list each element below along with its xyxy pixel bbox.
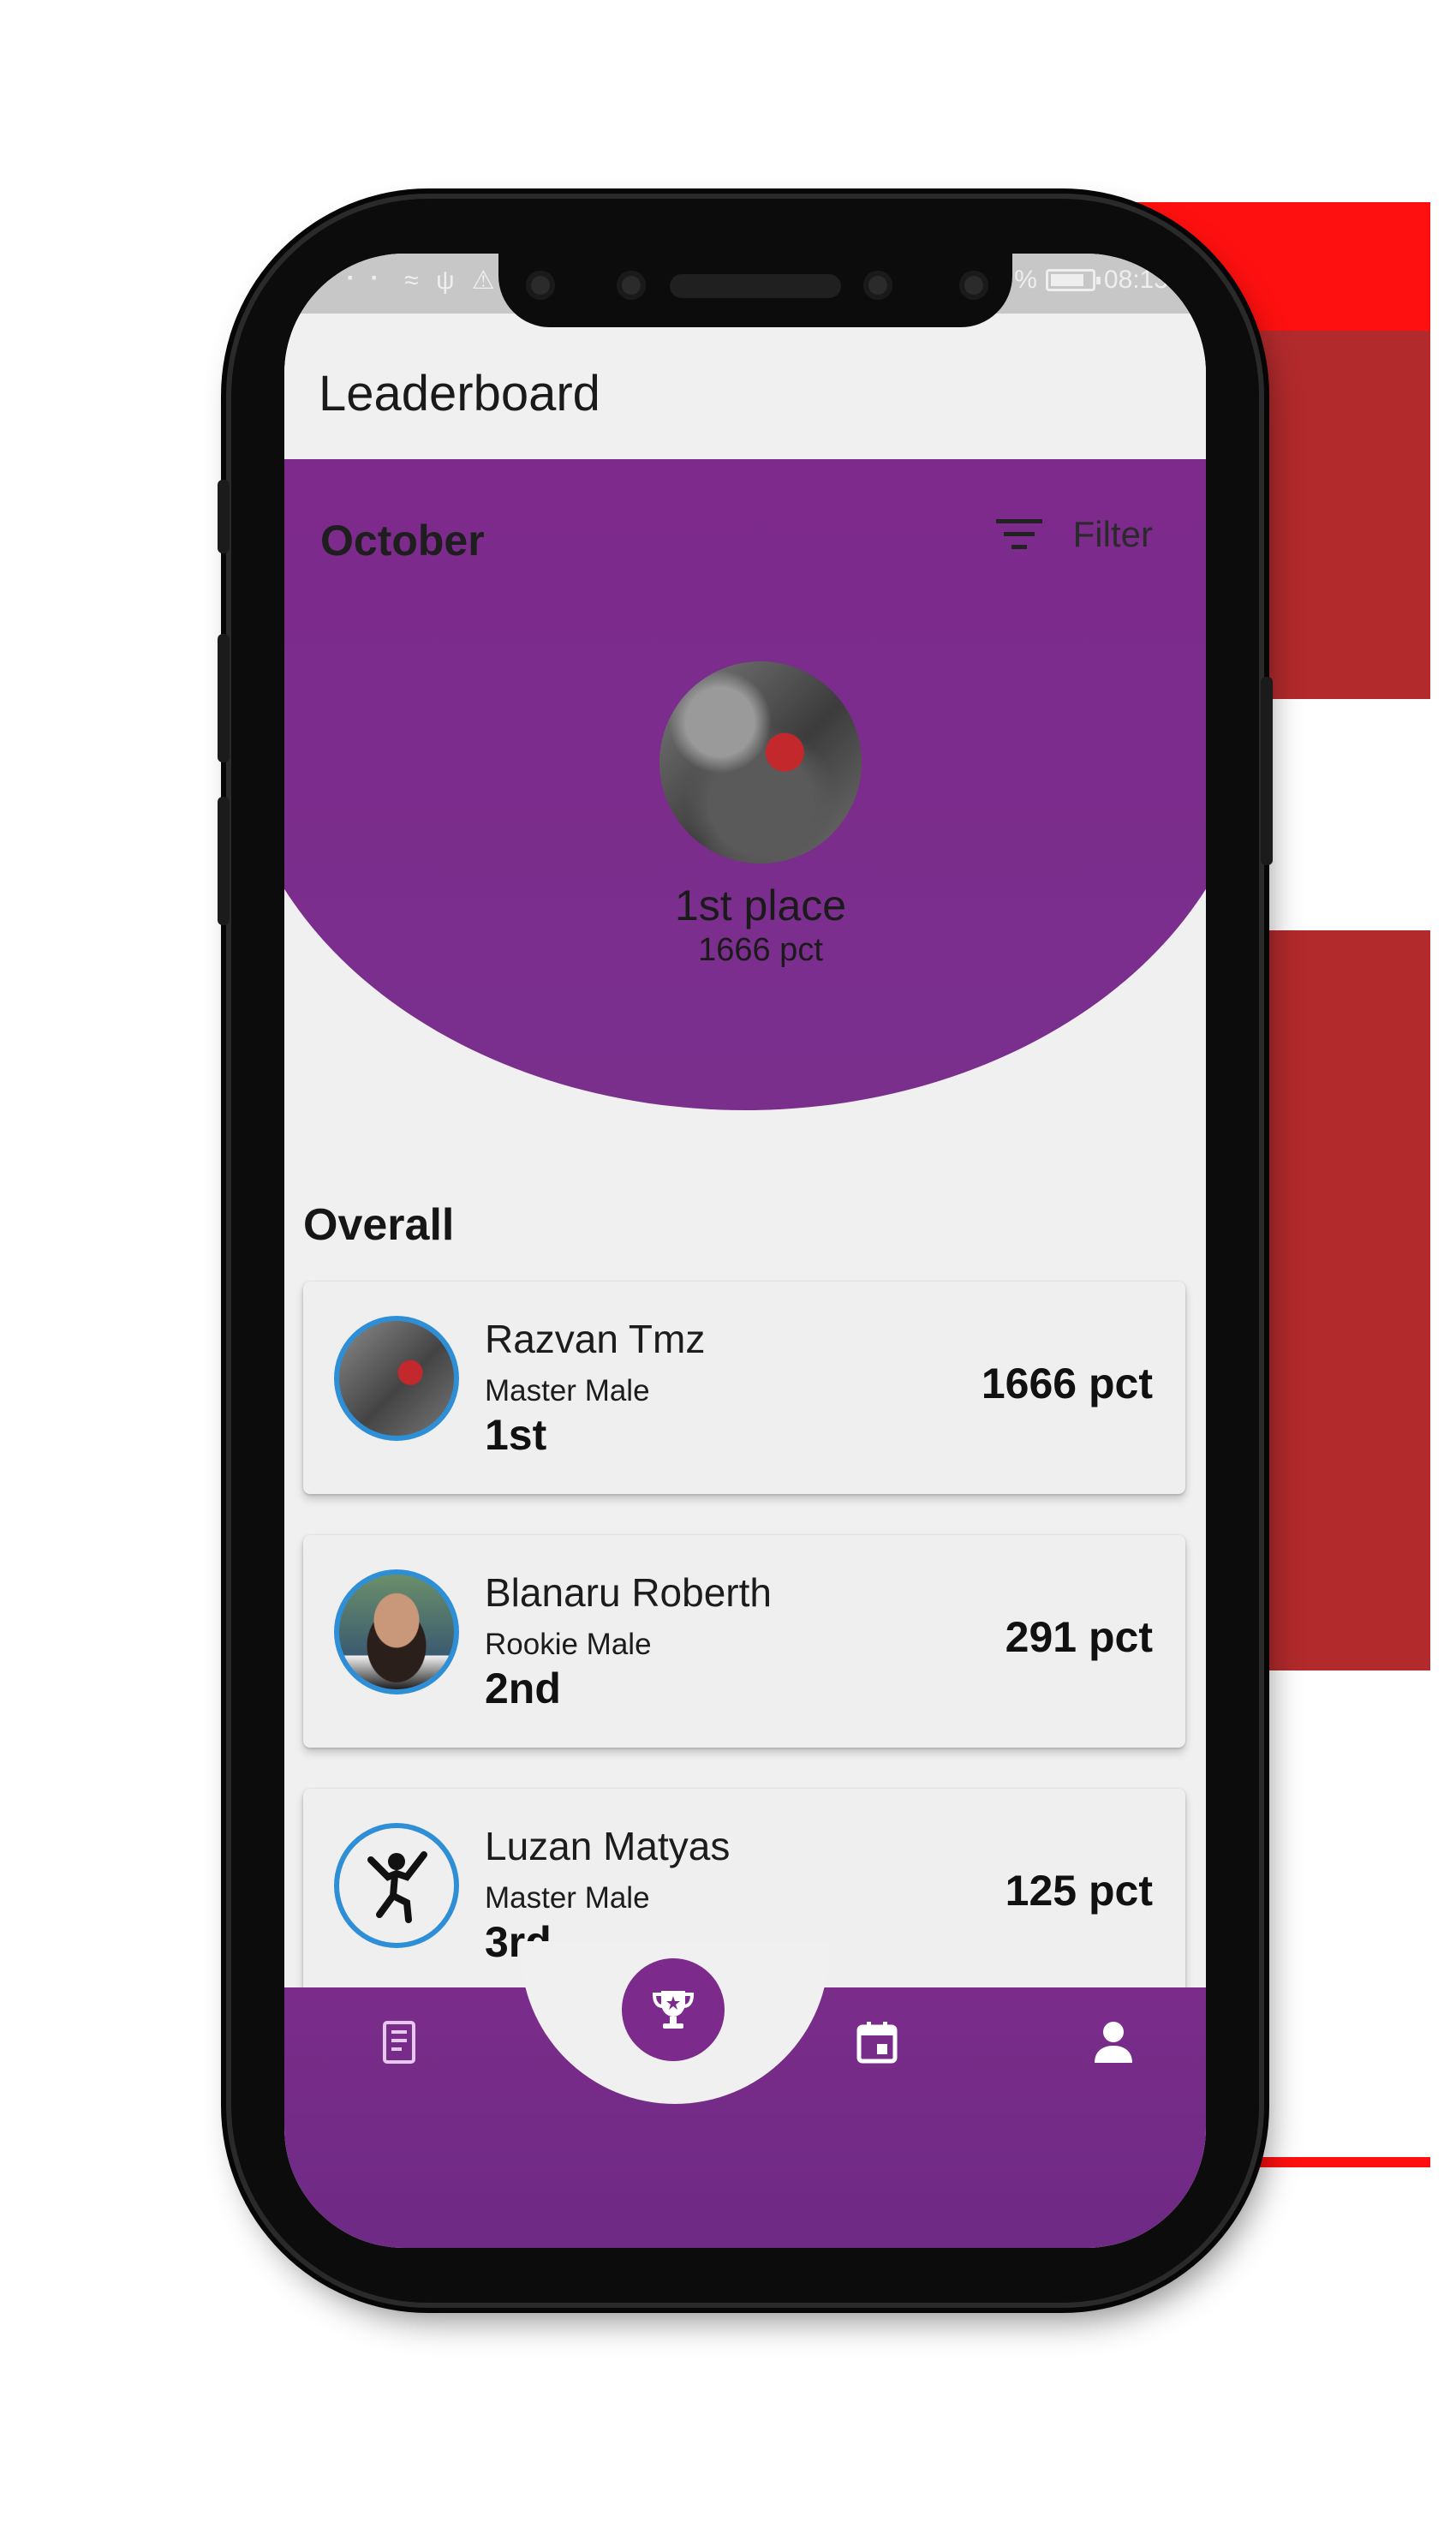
month-label: October <box>320 517 485 565</box>
leaderboard-row[interactable]: Razvan Tmz Master Male 1st 1666 pct <box>303 1282 1185 1494</box>
battery-icon <box>1045 269 1101 291</box>
filter-icon <box>995 519 1042 549</box>
entry-rank: 2nd <box>485 1664 561 1712</box>
phone-side-button <box>218 480 230 553</box>
phone-volume-down <box>218 797 230 925</box>
trophy-icon <box>652 1991 695 2029</box>
page-title: Leaderboard <box>319 366 600 421</box>
signal-icons: ⠂⠂ ≈ ψ ⚠ <box>344 266 500 295</box>
entry-points: 125 pct <box>1005 1867 1153 1915</box>
notebook-icon <box>383 2021 415 2064</box>
entry-category: Rookie Male <box>485 1628 652 1661</box>
nav-calendar[interactable] <box>851 2017 903 2068</box>
climber-icon <box>367 1851 427 1923</box>
app-bar: Leaderboard <box>284 314 1206 459</box>
nav-trophy[interactable] <box>622 1958 725 2061</box>
filter-button[interactable]: Filter <box>995 514 1153 555</box>
battery-percent: % <box>1014 266 1037 294</box>
entry-name: Razvan Tmz <box>485 1317 706 1361</box>
entry-name: Blanaru Roberth <box>485 1570 772 1615</box>
filter-label: Filter <box>1072 514 1153 554</box>
camera-icon <box>863 271 892 300</box>
status-right: % 08:13 <box>1014 266 1168 295</box>
calendar-icon <box>856 2022 898 2064</box>
nav-profile[interactable] <box>1088 2017 1139 2068</box>
entry-category: Master Male <box>485 1881 650 1915</box>
avatar <box>334 1316 459 1441</box>
app-screen: ⠂⠂ ≈ ψ ⚠ % 08:13 Leaderboard October Fil… <box>284 254 1206 2248</box>
leader-hero: October Filter 1st place 1666 pct <box>284 459 1206 1110</box>
camera-notch <box>498 254 1012 327</box>
nav-notebook[interactable] <box>373 2017 425 2068</box>
person-icon <box>1095 2022 1132 2063</box>
sensor-icon <box>617 271 646 300</box>
winner-avatar[interactable] <box>659 661 862 864</box>
sensor-icon <box>959 271 988 300</box>
entry-name: Luzan Matyas <box>485 1824 731 1868</box>
background-panel-lower <box>1233 930 1430 1670</box>
clock: 08:13 <box>1103 266 1168 294</box>
earpiece-speaker <box>670 274 841 298</box>
section-title: Overall <box>303 1200 455 1250</box>
entry-category: Master Male <box>485 1374 650 1407</box>
avatar <box>334 1569 459 1694</box>
phone-power-button <box>1261 677 1273 865</box>
background-panel-upper <box>1233 331 1430 699</box>
avatar <box>334 1823 459 1948</box>
winner-points: 1666 pct <box>698 932 823 968</box>
camera-icon <box>526 271 555 300</box>
entry-points: 291 pct <box>1005 1613 1153 1661</box>
leaderboard-row[interactable]: Blanaru Roberth Rookie Male 2nd 291 pct <box>303 1535 1185 1748</box>
entry-points: 1666 pct <box>981 1360 1153 1407</box>
entry-rank: 1st <box>485 1411 547 1459</box>
winner-place: 1st place <box>674 882 847 929</box>
phone-volume-up <box>218 634 230 762</box>
